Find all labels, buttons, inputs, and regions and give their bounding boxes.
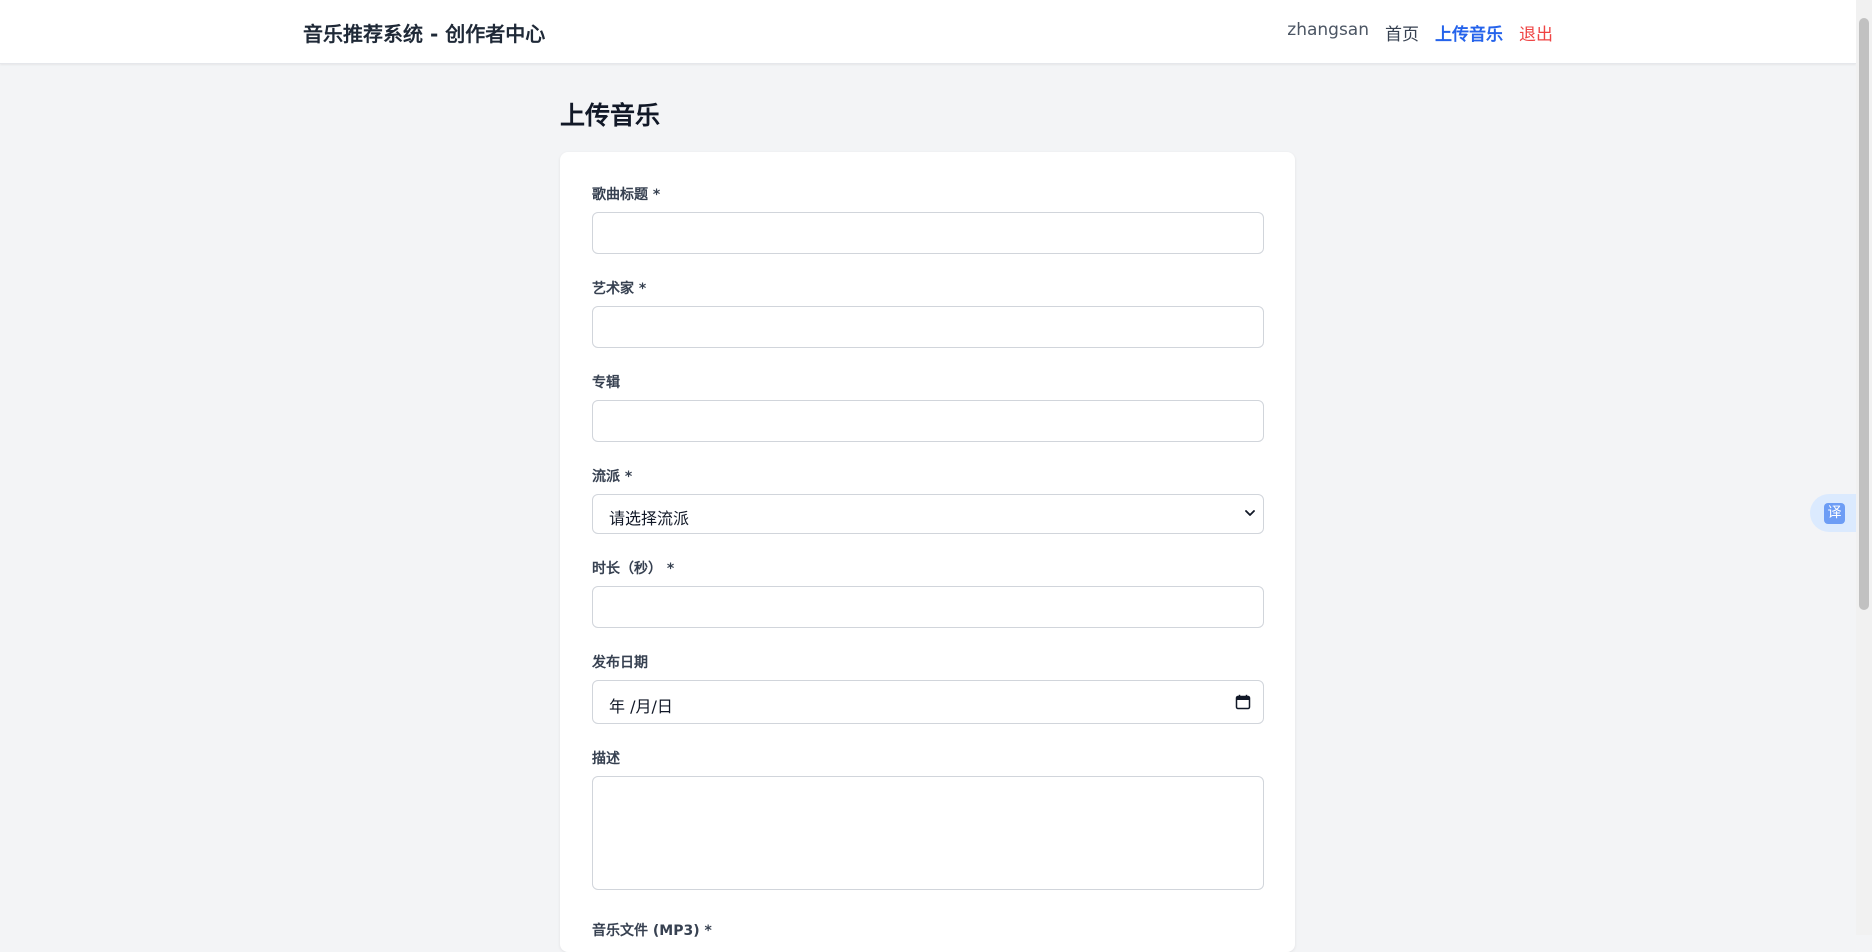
- artist-input[interactable]: [592, 306, 1264, 348]
- nav-links: zhangsan 首页 上传音乐 退出: [1287, 20, 1553, 45]
- duration-input[interactable]: [592, 586, 1264, 628]
- chevron-down-icon: [1245, 510, 1255, 516]
- top-navbar: 音乐推荐系统 - 创作者中心 zhangsan 首页 上传音乐 退出: [0, 0, 1856, 64]
- release-date-input[interactable]: 年 /月/日: [592, 680, 1264, 724]
- nav-username[interactable]: zhangsan: [1287, 20, 1369, 45]
- brand-title: 音乐推荐系统 - 创作者中心: [303, 22, 546, 46]
- duration-label: 时长（秒） *: [592, 561, 675, 577]
- genre-selected-value: 请选择流派: [609, 509, 690, 528]
- album-label: 专辑: [592, 375, 620, 391]
- nav-home-link[interactable]: 首页: [1385, 20, 1419, 45]
- page-title: 上传音乐: [560, 101, 661, 130]
- nav-logout-link[interactable]: 退出: [1519, 20, 1553, 45]
- album-input[interactable]: [592, 400, 1264, 442]
- release-date-value: 年 /月/日: [609, 697, 673, 716]
- scrollbar-thumb[interactable]: [1859, 18, 1869, 610]
- artist-label: 艺术家 *: [592, 281, 647, 297]
- song-title-label: 歌曲标题 *: [592, 187, 661, 203]
- music-file-label: 音乐文件 (MP3) *: [592, 923, 712, 939]
- calendar-icon[interactable]: [1235, 694, 1251, 710]
- genre-select[interactable]: 请选择流派: [592, 494, 1264, 534]
- translate-button[interactable]: 译: [1810, 494, 1856, 532]
- upload-form-card: 歌曲标题 * 艺术家 * 专辑 流派 * 请选择流派 时长（秒） * 发布日期 …: [560, 152, 1295, 952]
- description-label: 描述: [592, 751, 620, 767]
- nav-upload-link[interactable]: 上传音乐: [1435, 20, 1503, 45]
- page-scrollbar[interactable]: [1856, 0, 1872, 935]
- description-textarea[interactable]: [592, 776, 1264, 890]
- genre-label: 流派 *: [592, 469, 633, 485]
- release-date-label: 发布日期: [592, 655, 648, 671]
- translate-icon: 译: [1824, 503, 1845, 524]
- song-title-input[interactable]: [592, 212, 1264, 254]
